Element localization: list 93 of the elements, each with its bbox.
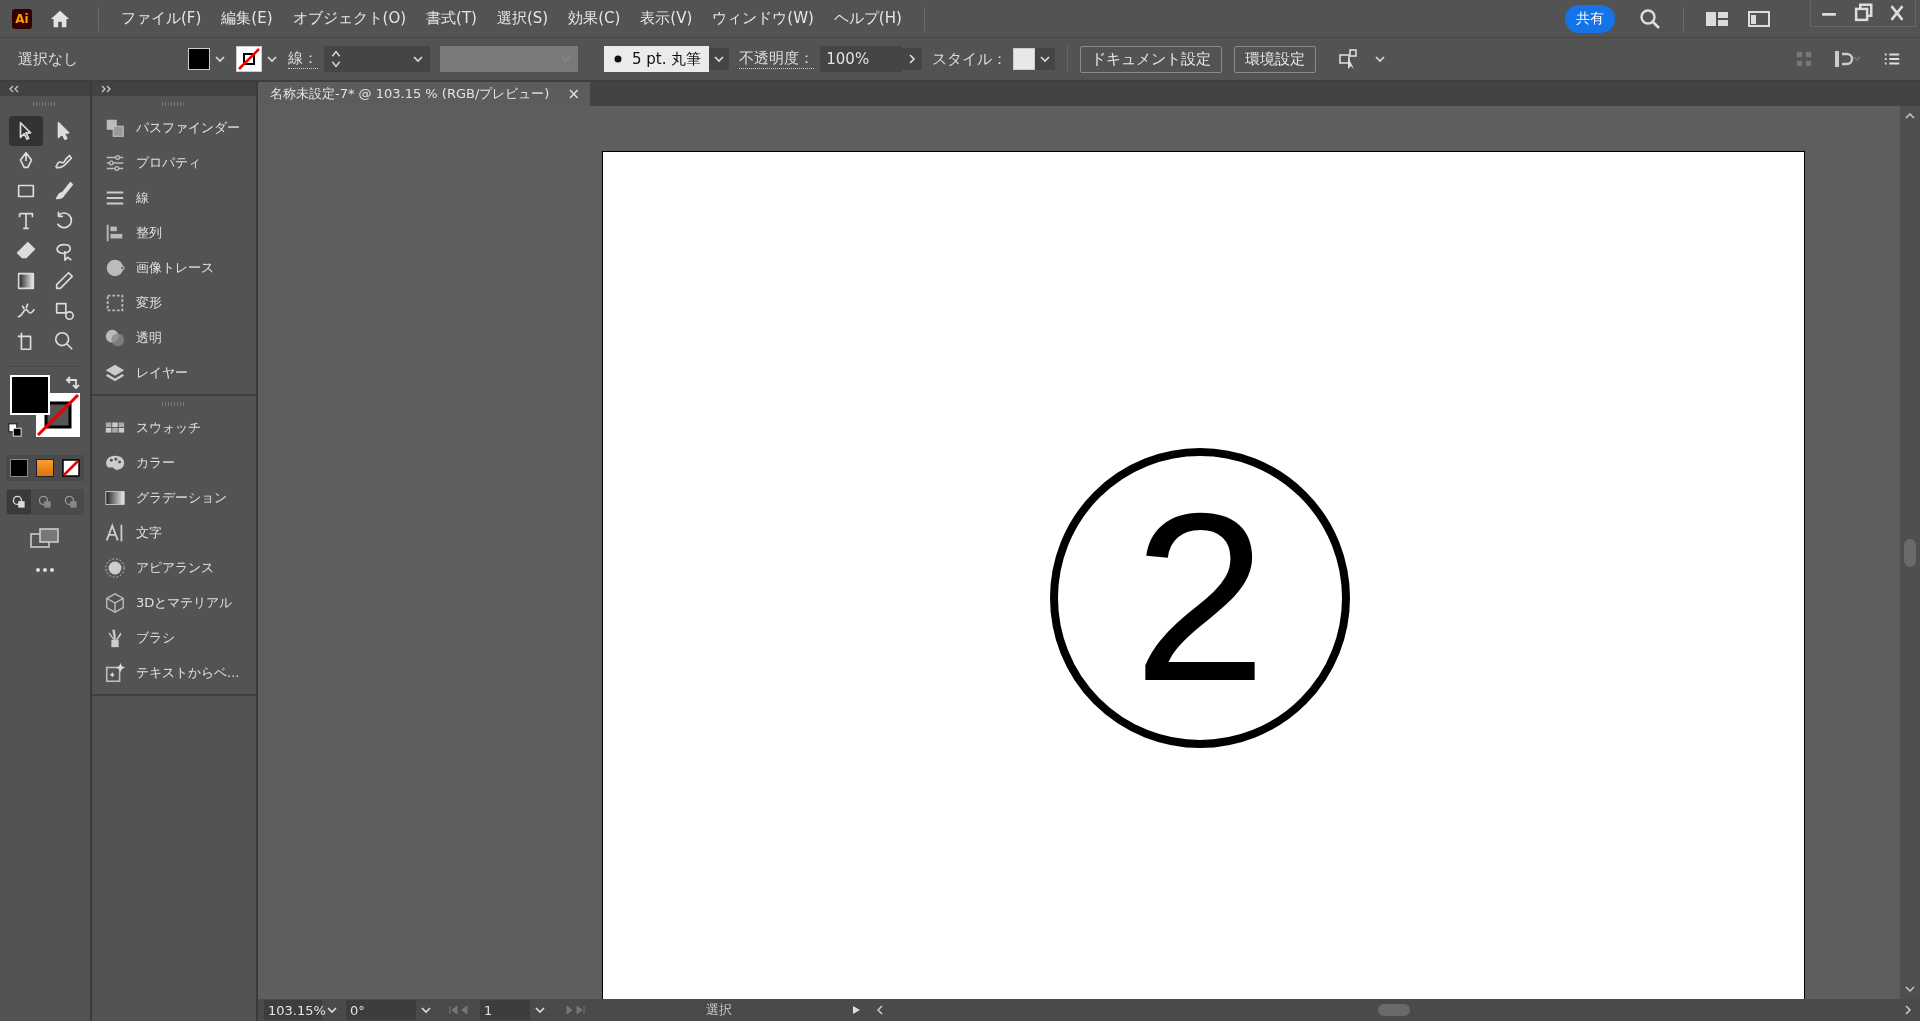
stroke-label[interactable]: 線： xyxy=(288,49,318,69)
panel-layout-icon[interactable] xyxy=(1747,8,1771,29)
panel-item[interactable]: レイヤー xyxy=(92,355,256,390)
collapse-icon[interactable] xyxy=(8,85,20,93)
style-swatch[interactable] xyxy=(1013,48,1036,70)
panel-item[interactable]: テキストからベ... xyxy=(92,655,256,690)
none-mode-button[interactable] xyxy=(59,456,83,480)
expand-icon[interactable] xyxy=(100,85,112,93)
scroll-right-icon[interactable] xyxy=(1902,1004,1914,1016)
fill-swatch[interactable] xyxy=(188,48,210,70)
chevron-icon[interactable] xyxy=(1035,48,1056,70)
variable-width-field[interactable] xyxy=(440,46,578,72)
chevron-icon[interactable] xyxy=(709,48,730,70)
stroke-weight-field[interactable] xyxy=(324,46,430,72)
current-tool-label: 選択 xyxy=(705,1001,733,1019)
search-icon[interactable] xyxy=(1638,6,1662,31)
app-logo: Ai xyxy=(12,8,32,29)
panel-item[interactable]: 透明 xyxy=(92,320,256,355)
drag-handle[interactable] xyxy=(162,102,186,106)
scroll-thumb[interactable] xyxy=(1904,538,1916,567)
style-label: スタイル： xyxy=(932,49,1008,69)
spinner-icon[interactable] xyxy=(330,48,342,70)
panel-item[interactable]: パスファインダー xyxy=(92,110,256,145)
menu-item[interactable]: ファイル(F) xyxy=(111,9,212,28)
chevron-icon[interactable] xyxy=(266,53,278,65)
opacity-field[interactable]: 100% xyxy=(820,46,903,72)
color-mode-button[interactable] xyxy=(7,456,31,480)
eyedropper-icon xyxy=(53,270,75,292)
drag-handle[interactable] xyxy=(162,402,186,406)
menu-item[interactable]: ヘルプ(H) xyxy=(823,9,912,28)
chevron-icon[interactable] xyxy=(420,1004,432,1016)
scroll-down-icon[interactable] xyxy=(1904,983,1916,995)
chevron-right-icon[interactable] xyxy=(902,48,923,70)
artboard-number-field[interactable]: 1 xyxy=(480,1000,530,1020)
menu-item[interactable]: 選択(S) xyxy=(486,9,559,28)
menu-item[interactable]: 書式(T) xyxy=(416,9,487,28)
panel-item[interactable]: カラー xyxy=(92,445,256,480)
brush-icon xyxy=(53,180,75,202)
chevron-icon[interactable] xyxy=(1374,53,1387,65)
settings-button[interactable]: ドキュメント設定 xyxy=(1080,45,1223,73)
fill-color-swatch[interactable] xyxy=(10,375,50,415)
panel-item[interactable]: ブラシ xyxy=(92,620,256,655)
brush-definition-field[interactable]: 5 pt. 丸筆 xyxy=(604,46,710,72)
panel-item[interactable]: 変形 xyxy=(92,285,256,320)
scroll-thumb[interactable] xyxy=(1378,1004,1410,1016)
panel-item[interactable]: 3Dとマテリアル xyxy=(92,585,256,620)
scroll-left-icon[interactable] xyxy=(874,1004,886,1016)
gradient-icon xyxy=(15,270,37,292)
draw-mode-icon xyxy=(63,494,79,510)
appearance-icon xyxy=(104,556,126,579)
chevron-icon[interactable] xyxy=(214,53,226,65)
screen-mode-icon[interactable] xyxy=(30,527,60,549)
opacity-label[interactable]: 不透明度： xyxy=(739,49,815,69)
menu-item[interactable]: 表示(V) xyxy=(630,9,703,28)
panel-item[interactable]: 整列 xyxy=(92,215,256,250)
play-icon[interactable] xyxy=(850,1004,862,1016)
tab-close-button[interactable]: × xyxy=(567,85,580,103)
dot-icon xyxy=(614,55,622,63)
stroke-swatch[interactable] xyxy=(236,46,262,72)
drag-handle[interactable] xyxy=(33,102,57,106)
panel-item[interactable]: スウォッチ xyxy=(92,410,256,445)
default-colors-icon[interactable] xyxy=(8,423,22,437)
cube-icon xyxy=(104,591,126,614)
panel-item[interactable]: 文字 xyxy=(92,515,256,550)
more-icon[interactable] xyxy=(35,567,55,573)
tool-button[interactable] xyxy=(9,116,43,146)
draw-mode-icon xyxy=(11,494,27,510)
swap-icon[interactable] xyxy=(64,375,80,391)
menu-item[interactable]: 効果(C) xyxy=(558,9,631,28)
share-button[interactable]: 共有 xyxy=(1565,4,1615,33)
menu-item[interactable]: 編集(E) xyxy=(211,9,283,28)
chevron-icon[interactable] xyxy=(412,53,424,65)
menu-item[interactable]: オブジェクト(O) xyxy=(282,9,417,28)
chevron-icon[interactable] xyxy=(326,1004,338,1016)
menu-item[interactable]: ウィンドウ(W) xyxy=(702,9,824,28)
panel-item[interactable]: プロパティ xyxy=(92,145,256,180)
gradient-mode-button[interactable] xyxy=(33,456,57,480)
document-tab[interactable]: 名称未設定-7* @ 103.15 % (RGB/プレビュー) × xyxy=(258,82,590,106)
settings-button[interactable]: 環境設定 xyxy=(1234,45,1317,73)
numeral-text: 2 xyxy=(1133,463,1267,731)
panel-item[interactable]: 線 xyxy=(92,180,256,215)
shape-builder-icon xyxy=(53,300,75,322)
zoom-icon xyxy=(53,330,75,352)
panel-item[interactable]: 画像トレース xyxy=(92,250,256,285)
panel-item[interactable]: グラデーション xyxy=(92,480,256,515)
vertical-scrollbar[interactable] xyxy=(1900,106,1920,999)
selection-status: 選択なし xyxy=(18,49,79,69)
panel-item[interactable]: アピアランス xyxy=(92,550,256,585)
draw-mode-button[interactable] xyxy=(7,490,31,514)
draw-mode-icon xyxy=(37,494,53,510)
sparkle-icon xyxy=(104,661,126,684)
rotation-field[interactable]: 0° xyxy=(346,1000,416,1020)
chevron-icon[interactable] xyxy=(534,1004,546,1016)
